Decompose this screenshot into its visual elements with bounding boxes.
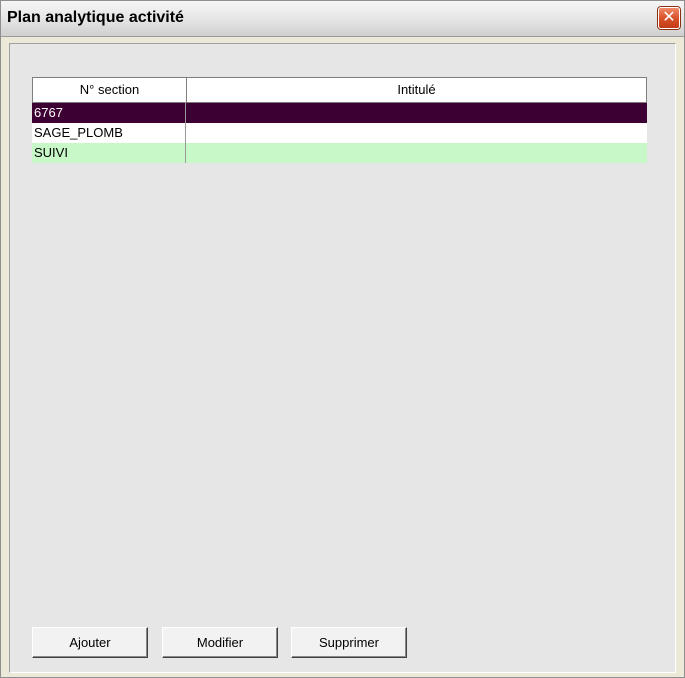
title-bar[interactable]: Plan analytique activité ✕ — [1, 1, 684, 37]
cell-section: 6767 — [32, 103, 186, 123]
window-title: Plan analytique activité — [7, 9, 184, 26]
add-button[interactable]: Ajouter — [32, 627, 148, 658]
cell-section: SUIVI — [32, 143, 186, 163]
dialog-window: Plan analytique activité ✕ N° section In… — [0, 0, 685, 678]
table-row[interactable]: SUIVI — [32, 143, 647, 163]
cell-intitule — [186, 103, 647, 123]
close-button[interactable]: ✕ — [658, 7, 680, 29]
table-row[interactable]: 6767 — [32, 103, 647, 123]
edit-button[interactable]: Modifier — [162, 627, 278, 658]
table-row[interactable]: SAGE_PLOMB — [32, 123, 647, 143]
column-header-section[interactable]: N° section — [32, 77, 186, 103]
cell-section: SAGE_PLOMB — [32, 123, 186, 143]
column-header-intitule[interactable]: Intitulé — [186, 77, 647, 103]
grid-header: N° section Intitulé — [32, 77, 647, 103]
close-icon: ✕ — [662, 9, 676, 26]
section-grid: N° section Intitulé 6767 SAGE_PLOMB SUIV… — [32, 77, 647, 163]
delete-button[interactable]: Supprimer — [291, 627, 407, 658]
content-panel: N° section Intitulé 6767 SAGE_PLOMB SUIV… — [9, 43, 676, 673]
cell-intitule — [186, 143, 647, 163]
cell-intitule — [186, 123, 647, 143]
